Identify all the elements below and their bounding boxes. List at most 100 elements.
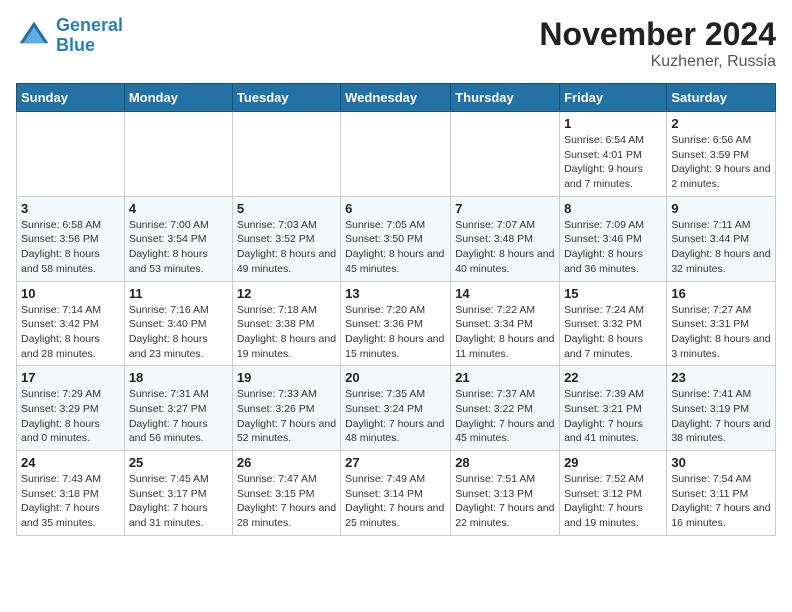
day-number: 22 (564, 370, 662, 385)
day-info: Sunrise: 7:47 AMSunset: 3:15 PMDaylight:… (237, 472, 336, 531)
day-info: Sunrise: 7:20 AMSunset: 3:36 PMDaylight:… (345, 303, 446, 362)
day-number: 18 (129, 370, 228, 385)
day-number: 8 (564, 201, 662, 216)
header-tuesday: Tuesday (232, 84, 340, 112)
day-info: Sunrise: 7:43 AMSunset: 3:18 PMDaylight:… (21, 472, 120, 531)
month-title: November 2024 (539, 16, 776, 53)
day-info: Sunrise: 7:54 AMSunset: 3:11 PMDaylight:… (671, 472, 771, 531)
calendar-week-4: 17Sunrise: 7:29 AMSunset: 3:29 PMDayligh… (17, 366, 776, 451)
calendar-cell: 28 Sunrise: 7:51 AMSunset: 3:13 PMDayligh… (451, 451, 560, 536)
day-number: 28 (455, 455, 555, 470)
calendar-cell: 21Sunrise: 7:37 AMSunset: 3:22 PMDayligh… (451, 366, 560, 451)
calendar-cell: 15Sunrise: 7:24 AMSunset: 3:32 PMDayligh… (560, 281, 667, 366)
day-info: Sunrise: 7:14 AMSunset: 3:42 PMDaylight:… (21, 303, 120, 362)
day-info: Sunrise: 7:03 AMSunset: 3:52 PMDaylight:… (237, 218, 336, 277)
calendar-table: SundayMondayTuesdayWednesdayThursdayFrid… (16, 83, 776, 536)
day-number: 4 (129, 201, 228, 216)
calendar-cell (17, 112, 125, 197)
page-header: General Blue November 2024 Kuzhener, Rus… (16, 16, 776, 71)
day-info: Sunrise: 7:41 AMSunset: 3:19 PMDaylight:… (671, 387, 771, 446)
day-number: 17 (21, 370, 120, 385)
day-info: Sunrise: 6:54 AMSunset: 4:01 PMDaylight:… (564, 133, 662, 192)
day-number: 9 (671, 201, 771, 216)
calendar-cell (124, 112, 232, 197)
logo: General Blue (16, 16, 123, 56)
logo-icon (16, 18, 52, 54)
calendar-cell: 5 Sunrise: 7:03 AMSunset: 3:52 PMDaylight… (232, 196, 340, 281)
day-info: Sunrise: 7:09 AMSunset: 3:46 PMDaylight:… (564, 218, 662, 277)
calendar-cell: 4 Sunrise: 7:00 AMSunset: 3:54 PMDaylight… (124, 196, 232, 281)
day-number: 7 (455, 201, 555, 216)
day-number: 30 (671, 455, 771, 470)
day-number: 19 (237, 370, 336, 385)
day-number: 14 (455, 286, 555, 301)
day-info: Sunrise: 7:07 AMSunset: 3:48 PMDaylight:… (455, 218, 555, 277)
day-number: 3 (21, 201, 120, 216)
location-title: Kuzhener, Russia (539, 53, 776, 71)
day-info: Sunrise: 7:00 AMSunset: 3:54 PMDaylight:… (129, 218, 228, 277)
day-number: 24 (21, 455, 120, 470)
day-info: Sunrise: 7:27 AMSunset: 3:31 PMDaylight:… (671, 303, 771, 362)
day-number: 21 (455, 370, 555, 385)
calendar-cell: 13 Sunrise: 7:20 AMSunset: 3:36 PMDayligh… (341, 281, 451, 366)
day-number: 6 (345, 201, 446, 216)
day-number: 13 (345, 286, 446, 301)
calendar-cell: 18Sunrise: 7:31 AMSunset: 3:27 PMDayligh… (124, 366, 232, 451)
day-number: 20 (345, 370, 446, 385)
logo-text: General Blue (56, 16, 123, 56)
calendar-week-2: 3 Sunrise: 6:58 AMSunset: 3:56 PMDaylight… (17, 196, 776, 281)
day-info: Sunrise: 6:58 AMSunset: 3:56 PMDaylight:… (21, 218, 120, 277)
day-info: Sunrise: 7:11 AMSunset: 3:44 PMDaylight:… (671, 218, 771, 277)
day-number: 10 (21, 286, 120, 301)
calendar-cell (232, 112, 340, 197)
calendar-week-3: 10 Sunrise: 7:14 AMSunset: 3:42 PMDayligh… (17, 281, 776, 366)
calendar-cell: 20 Sunrise: 7:35 AMSunset: 3:24 PMDayligh… (341, 366, 451, 451)
day-number: 16 (671, 286, 771, 301)
day-number: 11 (129, 286, 228, 301)
day-info: Sunrise: 7:45 AMSunset: 3:17 PMDaylight:… (129, 472, 228, 531)
calendar-cell: 11 Sunrise: 7:16 AMSunset: 3:40 PMDayligh… (124, 281, 232, 366)
calendar-cell: 25 Sunrise: 7:45 AMSunset: 3:17 PMDayligh… (124, 451, 232, 536)
calendar-cell (341, 112, 451, 197)
calendar-cell: 17Sunrise: 7:29 AMSunset: 3:29 PMDayligh… (17, 366, 125, 451)
calendar-cell: 19 Sunrise: 7:33 AMSunset: 3:26 PMDayligh… (232, 366, 340, 451)
calendar-cell: 6 Sunrise: 7:05 AMSunset: 3:50 PMDaylight… (341, 196, 451, 281)
calendar-cell: 16 Sunrise: 7:27 AMSunset: 3:31 PMDayligh… (667, 281, 776, 366)
calendar-cell: 9 Sunrise: 7:11 AMSunset: 3:44 PMDaylight… (667, 196, 776, 281)
day-number: 5 (237, 201, 336, 216)
calendar-cell: 1Sunrise: 6:54 AMSunset: 4:01 PMDaylight… (560, 112, 667, 197)
day-info: Sunrise: 7:33 AMSunset: 3:26 PMDaylight:… (237, 387, 336, 446)
day-number: 25 (129, 455, 228, 470)
day-info: Sunrise: 7:39 AMSunset: 3:21 PMDaylight:… (564, 387, 662, 446)
day-info: Sunrise: 7:16 AMSunset: 3:40 PMDaylight:… (129, 303, 228, 362)
calendar-cell: 8 Sunrise: 7:09 AMSunset: 3:46 PMDaylight… (560, 196, 667, 281)
day-info: Sunrise: 7:51 AMSunset: 3:13 PMDaylight:… (455, 472, 555, 531)
day-number: 29 (564, 455, 662, 470)
day-number: 15 (564, 286, 662, 301)
header-sunday: Sunday (17, 84, 125, 112)
day-info: Sunrise: 7:22 AMSunset: 3:34 PMDaylight:… (455, 303, 555, 362)
logo-line1: General (56, 15, 123, 35)
day-number: 23 (671, 370, 771, 385)
calendar-cell: 29Sunrise: 7:52 AMSunset: 3:12 PMDayligh… (560, 451, 667, 536)
day-number: 26 (237, 455, 336, 470)
calendar-cell (451, 112, 560, 197)
title-area: November 2024 Kuzhener, Russia (539, 16, 776, 71)
calendar-week-5: 24 Sunrise: 7:43 AMSunset: 3:18 PMDayligh… (17, 451, 776, 536)
calendar-week-1: 1Sunrise: 6:54 AMSunset: 4:01 PMDaylight… (17, 112, 776, 197)
calendar-cell: 12Sunrise: 7:18 AMSunset: 3:38 PMDayligh… (232, 281, 340, 366)
calendar-cell: 27Sunrise: 7:49 AMSunset: 3:14 PMDayligh… (341, 451, 451, 536)
calendar-cell: 22 Sunrise: 7:39 AMSunset: 3:21 PMDayligh… (560, 366, 667, 451)
day-number: 12 (237, 286, 336, 301)
header-friday: Friday (560, 84, 667, 112)
day-info: Sunrise: 6:56 AMSunset: 3:59 PMDaylight:… (671, 133, 771, 192)
calendar-cell: 7 Sunrise: 7:07 AMSunset: 3:48 PMDaylight… (451, 196, 560, 281)
calendar-cell: 10 Sunrise: 7:14 AMSunset: 3:42 PMDayligh… (17, 281, 125, 366)
day-info: Sunrise: 7:49 AMSunset: 3:14 PMDaylight:… (345, 472, 446, 531)
header-wednesday: Wednesday (341, 84, 451, 112)
logo-line2: Blue (56, 35, 95, 55)
day-info: Sunrise: 7:35 AMSunset: 3:24 PMDaylight:… (345, 387, 446, 446)
calendar-cell: 23 Sunrise: 7:41 AMSunset: 3:19 PMDayligh… (667, 366, 776, 451)
header-monday: Monday (124, 84, 232, 112)
day-info: Sunrise: 7:05 AMSunset: 3:50 PMDaylight:… (345, 218, 446, 277)
